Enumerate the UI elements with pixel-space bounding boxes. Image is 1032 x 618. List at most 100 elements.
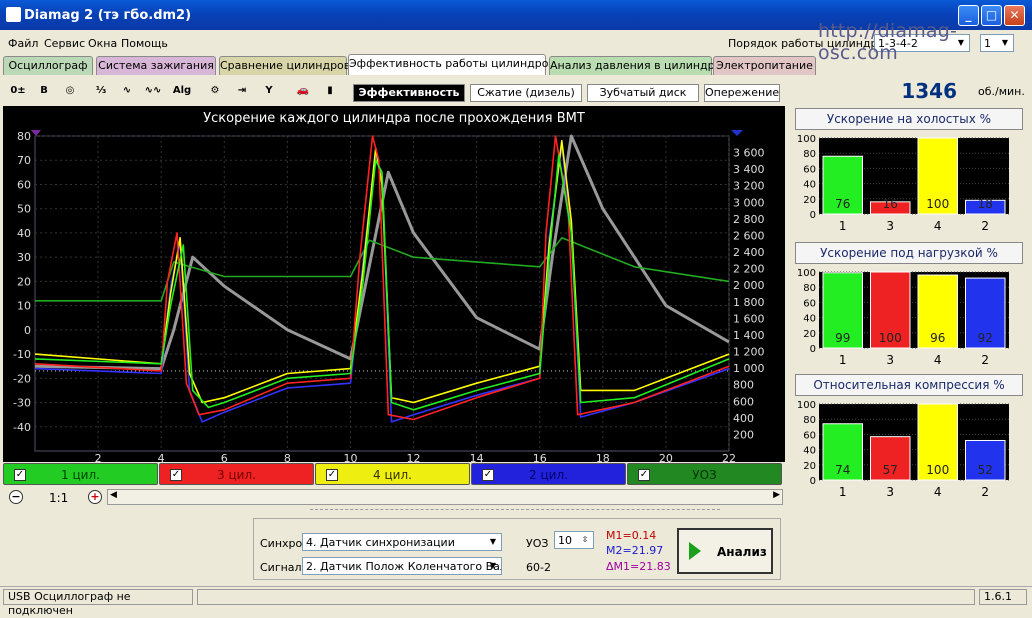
- window-title: Diamag 2 (тэ гбо.dm2): [24, 8, 192, 23]
- y2-tick-label: 2 400: [733, 246, 765, 259]
- play-icon: [689, 542, 701, 560]
- x-tick-label: 12: [407, 452, 421, 462]
- bar-chart: 0 20 40 60 80 100 99 1 100 3 96 4 92 2: [797, 268, 1009, 367]
- y-tick-label: 100: [797, 400, 816, 411]
- y2-tick-label: 200: [733, 428, 754, 441]
- x-tick-label: 2: [981, 353, 989, 367]
- y2-tick-label: 2 600: [733, 229, 765, 242]
- mini-chart-title: Ускорение под нагрузкой %: [795, 242, 1023, 264]
- uoz-stepper[interactable]: 10 ⇳: [554, 531, 594, 549]
- checkbox-icon[interactable]: ✓: [482, 469, 494, 481]
- tab-5[interactable]: Анализ давления в цилиндре: [549, 56, 721, 75]
- marker-m2: M2=21.97: [606, 544, 664, 557]
- tab-6[interactable]: Электропитание: [713, 56, 816, 75]
- x-tick-label: 4: [934, 485, 942, 499]
- data-label: 100: [926, 463, 949, 477]
- x-tick-label: 18: [596, 452, 610, 462]
- x-tick-label: 4: [158, 452, 165, 462]
- tab-2[interactable]: Система зажигания: [96, 56, 216, 75]
- tab-3[interactable]: Сравнение цилиндров: [219, 56, 350, 75]
- checkbox-icon[interactable]: ✓: [14, 469, 26, 481]
- y2-tick-label: 2 000: [733, 279, 765, 292]
- legend-item-5[interactable]: ✓ УОЗ: [627, 463, 782, 485]
- subtab-2[interactable]: Сжатие (дизель): [470, 84, 582, 102]
- subtab-4[interactable]: Опережение: [704, 84, 780, 102]
- y-tick-label: 20: [17, 275, 31, 288]
- filter-icon[interactable]: Y: [259, 81, 279, 101]
- zoom-in-icon[interactable]: +: [88, 490, 102, 504]
- bars-icon[interactable]: ▮: [320, 81, 340, 101]
- y-tick-label: 30: [17, 251, 31, 264]
- wave-icon[interactable]: ∿: [117, 81, 137, 101]
- checkbox-icon[interactable]: ✓: [326, 469, 338, 481]
- menu-file[interactable]: Файл: [8, 37, 38, 50]
- legend-item-3[interactable]: ✓ 4 цил.: [315, 463, 470, 485]
- y-tick-label: 80: [803, 149, 816, 160]
- legend-item-4[interactable]: ✓ 2 цил.: [471, 463, 626, 485]
- mini-chart-title: Ускорение на холостых %: [795, 108, 1023, 130]
- legend-label: 4 цил.: [373, 468, 412, 482]
- legend-item-2[interactable]: ✓ 3 цил.: [159, 463, 314, 485]
- signal-select[interactable]: 2. Датчик Полож Коленчатого Вал ▼: [302, 557, 502, 575]
- scale-icon[interactable]: ⅓: [91, 81, 111, 101]
- data-label: 76: [835, 197, 850, 211]
- y-tick-label: -30: [13, 397, 31, 410]
- legend-bar: ✓ 1 цил. ✓ 3 цил. ✓ 4 цил. ✓ 2 цил. ✓ УОЗ: [3, 463, 783, 487]
- bold-icon[interactable]: B: [34, 81, 54, 101]
- y-tick-label: 40: [17, 227, 31, 240]
- checkbox-icon[interactable]: ✓: [638, 469, 650, 481]
- sync-select[interactable]: 4. Датчик синхронизации ▼: [302, 533, 502, 551]
- x-tick-label: 4: [934, 219, 942, 233]
- splitter[interactable]: [310, 509, 720, 515]
- analyze-button[interactable]: Анализ: [677, 528, 773, 574]
- subtab-3[interactable]: Зубчатый диск: [587, 84, 699, 102]
- legend-item-1[interactable]: ✓ 1 цил.: [3, 463, 158, 485]
- spinner-icon: ⇳: [581, 535, 589, 544]
- y-tick-label: 10: [17, 300, 31, 313]
- scroll-left-icon[interactable]: ◀: [110, 490, 117, 500]
- data-label: 57: [883, 463, 898, 477]
- rpm-icon[interactable]: ◎: [60, 81, 80, 101]
- status-bar: USB Осциллограф не подключен 1.6.1: [0, 586, 1032, 617]
- y-tick-label: 60: [803, 430, 816, 441]
- zoom-out-icon[interactable]: −: [9, 490, 23, 504]
- chart-title: Ускорение каждого цилиндра после прохожд…: [203, 111, 585, 126]
- y-tick-label: 0: [24, 324, 31, 337]
- y2-tick-label: 600: [733, 395, 754, 408]
- legend-label: 1 цил.: [61, 468, 100, 482]
- status-text: USB Осциллограф не подключен: [3, 589, 193, 617]
- y-tick-label: 80: [803, 283, 816, 294]
- horizontal-scrollbar[interactable]: ◀ ▶: [107, 489, 783, 505]
- toolbar: 0± B ◎ ⅓ ∿ ∿∿ Alg ⚙ ⇥ Y 🚗 ▮ Эффективность Сжатие (диз…: [0, 76, 1032, 106]
- menu-windows[interactable]: Окна: [88, 37, 117, 50]
- x-tick-label: 3: [886, 353, 894, 367]
- subtab-1[interactable]: Эффективность: [353, 84, 465, 102]
- legend-label: УОЗ: [692, 468, 717, 482]
- legend-label: 2 цил.: [529, 468, 568, 482]
- marker-icon[interactable]: 0±: [8, 81, 28, 101]
- x-tick-label: 4: [934, 353, 942, 367]
- tab-1[interactable]: Осциллограф: [3, 56, 93, 75]
- scroll-right-icon[interactable]: ▶: [773, 490, 780, 500]
- x-tick-label: 22: [722, 452, 736, 462]
- mini-chart-0: 0 20 40 60 80 100 76 1 16 3 100 4 18 2: [795, 134, 1023, 234]
- time-icon[interactable]: ⇥: [232, 81, 252, 101]
- main-chart[interactable]: Ускорение каждого цилиндра после прохожд…: [3, 106, 785, 462]
- sensor-icon[interactable]: ⚙: [205, 81, 225, 101]
- y2-tick-label: 3 200: [733, 180, 765, 193]
- alg-icon[interactable]: Alg: [172, 81, 192, 101]
- y-tick-label: 100: [797, 134, 816, 145]
- mini-chart-title: Относительная компрессия %: [795, 374, 1023, 396]
- menu-help[interactable]: Помощь: [121, 37, 168, 50]
- y-tick-label: 60: [803, 164, 816, 175]
- car-icon[interactable]: 🚗: [293, 81, 313, 101]
- y-tick-label: 0: [810, 344, 816, 355]
- checkbox-icon[interactable]: ✓: [170, 469, 182, 481]
- marker-m1-icon: [31, 130, 41, 136]
- x-tick-label: 6: [221, 452, 228, 462]
- data-label: 18: [978, 197, 993, 211]
- tab-4[interactable]: Эффективность работы цилиндров: [348, 54, 555, 75]
- marker-m1: M1=0.14: [606, 529, 657, 542]
- menu-service[interactable]: Сервис: [44, 37, 85, 50]
- vvti-icon[interactable]: ∿∿: [143, 81, 163, 101]
